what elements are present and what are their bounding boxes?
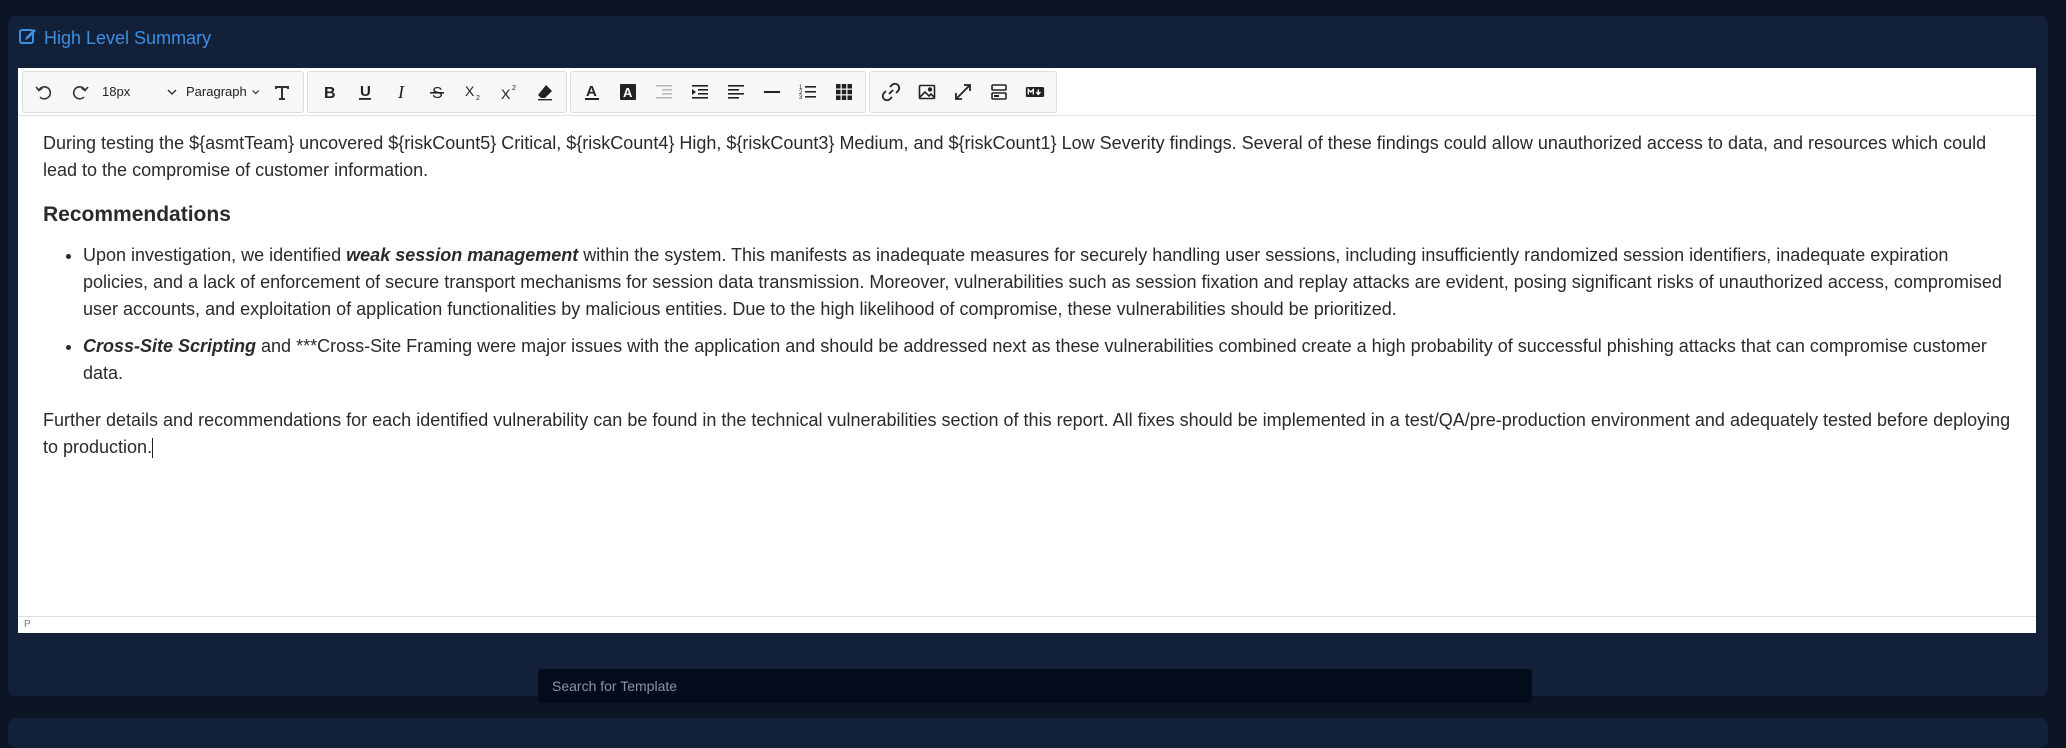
element-path[interactable]: P <box>24 619 31 630</box>
high-level-summary-panel: High Level Summary 18px Paragraph B U I … <box>8 16 2048 703</box>
superscript-button[interactable]: X2 <box>491 74 527 110</box>
ordered-list-icon: 123 <box>799 85 816 101</box>
svg-text:B: B <box>324 85 336 102</box>
highlight-color-icon: A <box>620 83 636 100</box>
list-item: Upon investigation, we identified weak s… <box>83 242 2016 323</box>
edit-icon <box>18 26 38 51</box>
table-icon <box>836 83 852 100</box>
svg-text:A: A <box>623 85 633 100</box>
strikethrough-icon: S <box>430 85 444 102</box>
outdent-icon <box>656 84 672 99</box>
strikethrough-button[interactable]: S <box>419 74 455 110</box>
eraser-icon <box>538 84 552 100</box>
indent-button[interactable] <box>682 74 718 110</box>
link-icon <box>881 82 901 101</box>
outdent-button[interactable] <box>646 74 682 110</box>
text-cursor <box>152 438 154 459</box>
font-color-button[interactable]: A <box>574 74 610 110</box>
bullet2-emphasis: Cross-Site Scripting <box>83 336 257 356</box>
expand-icon <box>955 83 971 100</box>
superscript-icon: X2 <box>501 85 516 102</box>
show-blocks-icon <box>991 83 1007 100</box>
bullet1-emphasis: weak session management <box>346 245 579 265</box>
panel-header: High Level Summary <box>18 26 211 50</box>
bold-icon: B <box>324 85 336 102</box>
align-button[interactable] <box>718 74 754 110</box>
svg-text:I: I <box>397 82 405 102</box>
image-icon <box>918 84 936 99</box>
underline-button[interactable]: U <box>347 74 383 110</box>
underline-icon: U <box>359 83 371 100</box>
editor-toolbar: 18px Paragraph B U I X 2 X 2 A A 1 2 3 <box>18 68 2036 116</box>
closing-paragraph: Further details and recommendations for … <box>43 407 2016 461</box>
text-style-icon <box>275 85 289 100</box>
template-search-input[interactable] <box>550 677 1454 695</box>
chevron-down-icon <box>251 89 259 94</box>
recommendations-heading: Recommendations <box>43 203 231 226</box>
rich-text-editor[interactable]: 18px Paragraph B U I X 2 X 2 A A 1 2 3 D… <box>18 68 2036 633</box>
link-button[interactable] <box>873 74 909 110</box>
align-left-icon <box>728 84 744 99</box>
svg-text:A: A <box>586 83 597 100</box>
editor-content[interactable]: During testing the ${asmtTeam} uncovered… <box>18 116 2036 584</box>
svg-text:X: X <box>501 86 511 102</box>
bullet2-text: and ***Cross-Site Framing were major iss… <box>83 336 1987 383</box>
redo-icon <box>72 85 89 100</box>
fullscreen-button[interactable] <box>945 74 981 110</box>
svg-text:X: X <box>465 83 475 99</box>
next-panel <box>8 718 2048 748</box>
image-button[interactable] <box>909 74 945 110</box>
undo-button[interactable] <box>26 74 62 110</box>
show-blocks-button[interactable] <box>981 74 1017 110</box>
panel-title: High Level Summary <box>44 27 212 48</box>
horizontal-rule-button[interactable] <box>754 74 790 110</box>
indent-icon <box>692 84 708 99</box>
element-path-statusbar: P <box>18 616 2036 633</box>
font-size-select[interactable]: 18px <box>98 74 182 110</box>
list-button[interactable]: 123 <box>790 74 826 110</box>
markdown-button[interactable] <box>1017 74 1053 110</box>
block-format-select[interactable]: Paragraph <box>182 74 264 110</box>
block-format-value: Paragraph <box>186 84 247 99</box>
font-size-value: 18px <box>102 84 131 99</box>
table-button[interactable] <box>826 74 862 110</box>
subscript-button[interactable]: X2 <box>455 74 491 110</box>
recommendations-list: Upon investigation, we identified weak s… <box>43 242 2016 387</box>
undo-icon <box>35 85 52 100</box>
template-search-box[interactable] <box>538 669 1532 703</box>
paragraph-style-button[interactable] <box>264 74 300 110</box>
list-item: Cross-Site Scripting and ***Cross-Site F… <box>83 333 2016 387</box>
svg-text:U: U <box>360 83 371 100</box>
background-color-button[interactable]: A <box>610 74 646 110</box>
font-color-icon: A <box>585 83 599 100</box>
italic-button[interactable]: I <box>383 74 419 110</box>
svg-text:2: 2 <box>512 85 516 92</box>
toolbar-group-paragraph: A A 123 <box>570 70 866 113</box>
subscript-icon: X2 <box>465 83 480 102</box>
markdown-icon <box>1025 86 1045 97</box>
closing-text: Further details and recommendations for … <box>43 410 2011 457</box>
italic-icon: I <box>397 82 405 102</box>
bold-button[interactable]: B <box>311 74 347 110</box>
chevron-down-icon <box>167 88 177 95</box>
toolbar-group-history: 18px Paragraph <box>22 70 304 113</box>
svg-text:3: 3 <box>799 95 803 101</box>
summary-paragraph: During testing the ${asmtTeam} uncovered… <box>43 133 1987 180</box>
toolbar-group-insert <box>869 70 1057 113</box>
remove-format-button[interactable] <box>527 74 563 110</box>
redo-button[interactable] <box>62 74 98 110</box>
horizontal-rule-icon <box>764 90 780 93</box>
bullet1-text-start: Upon investigation, we identified <box>83 245 347 265</box>
toolbar-group-format: B U I S X2 X2 <box>307 70 567 113</box>
svg-text:2: 2 <box>476 95 480 102</box>
